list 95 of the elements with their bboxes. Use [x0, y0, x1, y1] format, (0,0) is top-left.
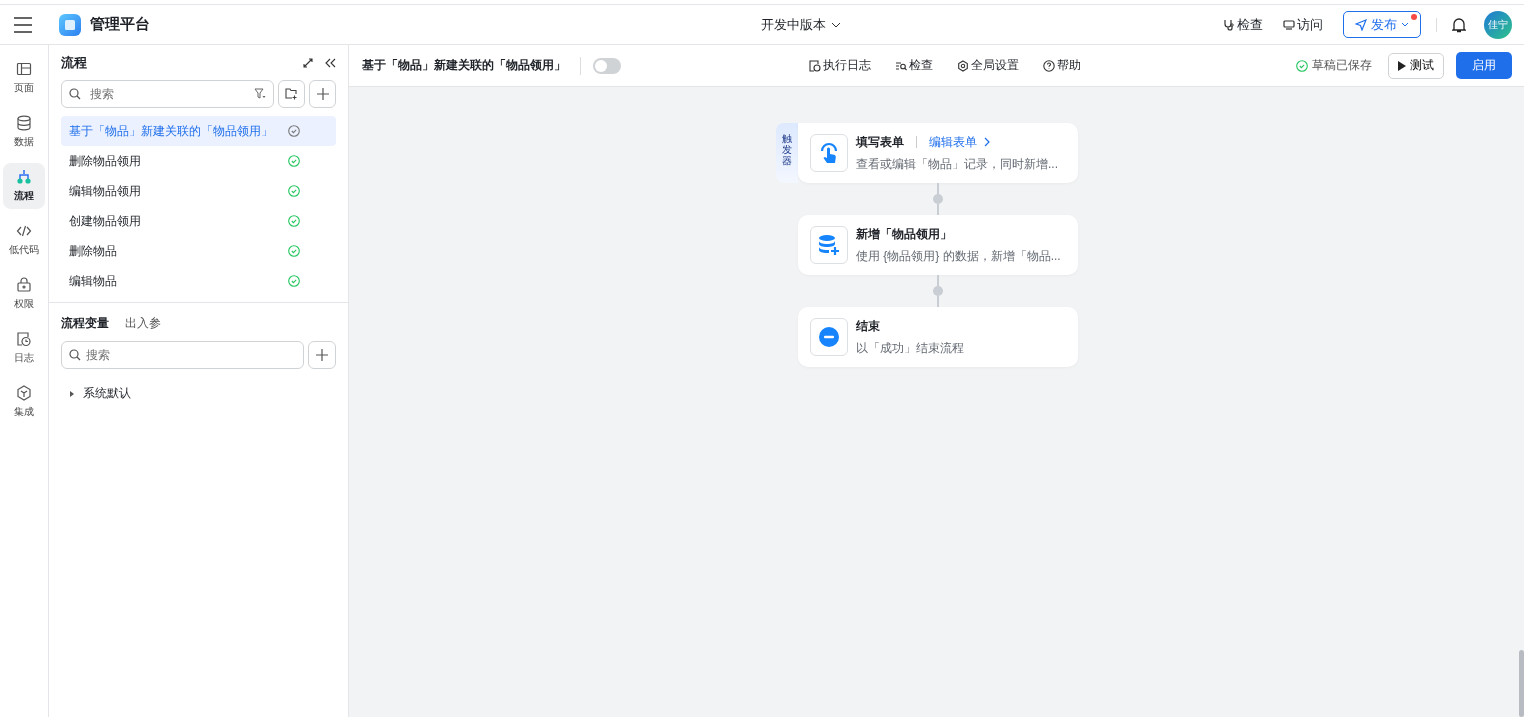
flow-icon: [16, 169, 32, 185]
collapse-icon[interactable]: [325, 58, 336, 68]
menu-icon[interactable]: [14, 16, 32, 33]
plus-icon: [316, 349, 328, 361]
toolbar-button[interactable]: 执行日志: [809, 57, 871, 74]
app-logo-icon: [59, 13, 81, 36]
database-plus-icon: [818, 234, 840, 256]
tree-node[interactable]: 系统默认: [49, 369, 348, 402]
document-clock-icon: [809, 59, 821, 72]
monitor-icon: [1283, 18, 1295, 31]
variable-search-field[interactable]: 搜索: [61, 341, 304, 369]
save-status: 草稿已保存: [1296, 57, 1372, 74]
list-search-icon: [895, 59, 907, 72]
node-description: 以「成功」结束流程: [856, 339, 964, 357]
new-folder-button[interactable]: [278, 80, 305, 108]
node-title: 新增「物品领用」: [856, 225, 952, 243]
test-button[interactable]: 测试: [1388, 52, 1444, 79]
search-field[interactable]: 搜索: [61, 80, 274, 108]
variables-tab[interactable]: 流程变量: [61, 315, 109, 332]
node-title: 结束: [856, 317, 880, 335]
flow-item[interactable]: 创建物品领用: [61, 206, 336, 236]
cube-icon: [16, 385, 32, 401]
search-icon: [69, 88, 81, 100]
variables-tab[interactable]: 出入参: [125, 315, 161, 332]
check-circle-icon: [288, 245, 300, 257]
help-icon: [1043, 59, 1055, 72]
layout-icon: [16, 61, 32, 77]
flow-node-card[interactable]: 新增「物品领用」 使用 {物品领用} 的数据，新增「物品...: [798, 215, 1078, 275]
check-circle-icon: [1296, 59, 1308, 72]
node-description: 查看或编辑「物品」记录，同时新增...: [856, 155, 1058, 173]
toolbar-button[interactable]: 帮助: [1043, 57, 1081, 74]
node-title: 填写表单: [856, 133, 904, 151]
flow-title: 基于「物品」新建关联的「物品领用」: [362, 57, 566, 74]
rail-item[interactable]: 流程: [3, 163, 45, 209]
edit-form-link[interactable]: 编辑表单: [929, 133, 990, 151]
plus-icon: [316, 88, 329, 100]
clock-icon: [16, 331, 32, 347]
flow-node-card[interactable]: 结束 以「成功」结束流程: [798, 307, 1078, 367]
flow-name: 创建物品领用: [69, 212, 141, 230]
app-name: 管理平台: [90, 15, 150, 34]
rail-item[interactable]: 集成: [3, 379, 45, 425]
flow-name: 编辑物品: [69, 272, 117, 290]
check-circle-icon: [288, 275, 300, 287]
stethoscope-icon: [1223, 18, 1235, 31]
scrollbar[interactable]: [1519, 650, 1524, 717]
add-variable-button[interactable]: [308, 341, 336, 369]
gear-icon: [957, 59, 969, 72]
flow-name: 基于「物品」新建关联的「物品领用」: [69, 122, 273, 140]
check-button[interactable]: 检查: [1223, 15, 1263, 34]
toolbar-button[interactable]: 检查: [895, 57, 933, 74]
version-dropdown[interactable]: 开发中版本: [755, 15, 847, 35]
bell-icon[interactable]: [1452, 16, 1466, 33]
check-circle-icon: [288, 215, 300, 227]
add-button[interactable]: [309, 80, 336, 108]
check-circle-icon: [288, 155, 300, 167]
folder-plus-icon: [285, 88, 298, 100]
flow-name: 删除物品领用: [69, 152, 141, 170]
enable-button[interactable]: 启用: [1456, 52, 1512, 79]
code-icon: [16, 223, 32, 239]
flow-node-card[interactable]: 填写表单 编辑表单 查看或编辑「物品」记录，同时新增...: [798, 123, 1078, 183]
lock-icon: [16, 277, 32, 293]
rail-item[interactable]: 页面: [3, 55, 45, 101]
send-icon: [1355, 18, 1367, 31]
toolbar-button[interactable]: 全局设置: [957, 57, 1019, 74]
check-circle-icon: [288, 185, 300, 197]
minus-circle-icon: [819, 327, 839, 347]
play-icon: [1398, 60, 1406, 71]
rail-item[interactable]: 日志: [3, 325, 45, 371]
add-node-icon[interactable]: [933, 194, 943, 204]
node-description: 使用 {物品领用} 的数据，新增「物品...: [856, 247, 1061, 265]
flow-item[interactable]: 删除物品: [61, 236, 336, 266]
database-icon: [16, 115, 32, 131]
visit-button[interactable]: 访问: [1283, 15, 1323, 34]
flow-name: 编辑物品领用: [69, 182, 141, 200]
check-circle-icon: [288, 125, 300, 137]
publish-button[interactable]: 发布: [1343, 11, 1421, 38]
rail-item[interactable]: 低代码: [3, 217, 45, 263]
add-node-icon[interactable]: [933, 286, 943, 296]
chevron-right-icon: [984, 137, 990, 147]
filter-icon[interactable]: [254, 88, 266, 100]
flow-item[interactable]: 编辑物品领用: [61, 176, 336, 206]
flow-item[interactable]: 基于「物品」新建关联的「物品领用」: [61, 116, 336, 146]
chevron-down-icon: [1401, 22, 1409, 27]
rail-item[interactable]: 数据: [3, 109, 45, 155]
chevron-down-icon: [831, 22, 841, 28]
expand-icon[interactable]: [303, 58, 313, 68]
trigger-badge: 触发器: [776, 123, 798, 183]
flow-item[interactable]: 编辑物品: [61, 266, 336, 296]
rail-item[interactable]: 权限: [3, 271, 45, 317]
tap-hand-icon: [818, 142, 840, 164]
panel-title: 流程: [61, 54, 87, 72]
flow-item[interactable]: 删除物品领用: [61, 146, 336, 176]
toggle-switch[interactable]: [593, 57, 621, 74]
flow-name: 删除物品: [69, 242, 117, 260]
search-icon: [69, 349, 81, 361]
